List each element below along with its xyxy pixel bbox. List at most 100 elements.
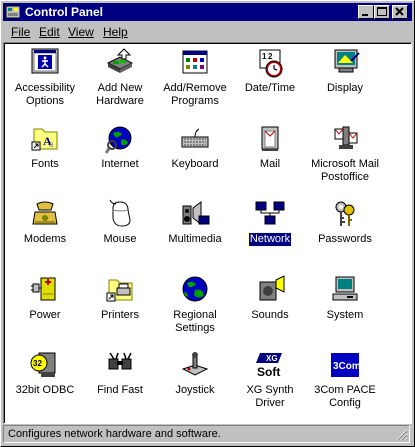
- item-32bit-odbc[interactable]: 32 32bit ODBC: [6, 349, 84, 397]
- add-hardware-icon: [106, 48, 134, 73]
- item-regional-settings[interactable]: Regional Settings: [156, 274, 234, 335]
- multimedia-icon: [182, 201, 210, 225]
- status-bar: Configures network hardware and software…: [3, 425, 410, 443]
- joystick-icon: [181, 352, 209, 376]
- item-label: Accessibility Options: [15, 82, 75, 107]
- control-panel-window: Control Panel File Edit View Help Access…: [0, 0, 415, 447]
- item-ms-mail-postoffice[interactable]: Microsoft Mail Postoffice: [306, 123, 384, 184]
- item-label: XG Synth Driver: [246, 384, 294, 409]
- modems-icon: [32, 201, 58, 225]
- add-remove-programs-icon: [182, 50, 208, 74]
- system-icon: [332, 276, 358, 301]
- item-printers[interactable]: Printers: [81, 274, 159, 322]
- item-label: Passwords: [318, 233, 372, 245]
- item-label: Regional Settings: [173, 309, 217, 334]
- close-icon: [395, 7, 404, 16]
- item-label: Mail: [259, 158, 281, 170]
- item-system[interactable]: System: [306, 274, 384, 322]
- item-sounds[interactable]: Sounds: [231, 274, 309, 322]
- menu-view[interactable]: View: [68, 25, 94, 39]
- control-panel-icon: [6, 5, 20, 19]
- minimize-button[interactable]: [358, 5, 374, 19]
- item-label: Network: [247, 232, 293, 247]
- resize-grip-icon[interactable]: [396, 429, 408, 441]
- item-label: Add/Remove Programs: [163, 82, 227, 107]
- item-label: Display: [326, 82, 364, 94]
- item-joystick[interactable]: Joystick: [156, 349, 234, 397]
- item-label: System: [326, 309, 364, 321]
- item-modems[interactable]: Modems: [6, 198, 84, 246]
- item-mail[interactable]: Mail: [231, 123, 309, 171]
- svg-text:a: a: [49, 139, 54, 150]
- item-mouse[interactable]: Mouse: [81, 198, 159, 246]
- maximize-icon: [377, 7, 387, 16]
- item-label: Joystick: [175, 384, 215, 396]
- item-add-remove-programs[interactable]: Add/Remove Programs: [156, 47, 234, 108]
- menu-edit[interactable]: Edit: [39, 25, 60, 39]
- sounds-icon: [259, 275, 285, 301]
- item-label: 3Com PACE Config: [314, 384, 376, 409]
- item-find-fast[interactable]: Find Fast: [81, 349, 159, 397]
- item-label: Microsoft Mail Postoffice: [311, 158, 379, 183]
- mouse-icon: [109, 199, 131, 227]
- item-passwords[interactable]: Passwords: [306, 198, 384, 246]
- svg-text:1: 1: [262, 52, 267, 61]
- item-label: Keyboard: [171, 158, 219, 170]
- status-text: Configures network hardware and software…: [8, 428, 221, 440]
- item-label: Modems: [23, 233, 67, 245]
- maximize-button[interactable]: [374, 5, 390, 19]
- window-title: Control Panel: [25, 5, 104, 19]
- xg-synth-icon: XG Soft: [256, 353, 282, 379]
- power-icon: [31, 277, 56, 301]
- svg-text:XG: XG: [266, 354, 278, 363]
- item-display[interactable]: Display: [306, 47, 384, 95]
- ms-mail-postoffice-icon: [334, 126, 358, 149]
- item-3com-pace-config[interactable]: 3Com 3Com PACE Config: [306, 349, 384, 410]
- item-network[interactable]: Network: [231, 198, 309, 247]
- icon-view: Accessibility Options Add New Hardware A…: [3, 42, 412, 424]
- svg-text:3Com: 3Com: [333, 361, 361, 372]
- printers-icon: [106, 279, 133, 302]
- fonts-icon: A a: [31, 128, 58, 151]
- passwords-icon: [335, 201, 355, 226]
- menu-bar: File Edit View Help: [3, 23, 412, 41]
- item-internet[interactable]: Internet: [81, 123, 159, 171]
- svg-text:2: 2: [268, 52, 273, 61]
- item-date-time[interactable]: 1 2 Date/Time: [231, 47, 309, 95]
- title-bar[interactable]: Control Panel: [3, 3, 412, 21]
- svg-text:Soft: Soft: [257, 365, 280, 379]
- item-label: Internet: [101, 158, 139, 170]
- item-add-new-hardware[interactable]: Add New Hardware: [81, 47, 159, 108]
- network-icon: [255, 201, 285, 225]
- item-fonts[interactable]: A a Fonts: [6, 123, 84, 171]
- item-label: Mouse: [103, 233, 137, 245]
- display-icon: [334, 49, 360, 73]
- keyboard-icon: [181, 128, 209, 148]
- svg-text:32: 32: [33, 359, 42, 368]
- item-accessibility-options[interactable]: Accessibility Options: [6, 47, 84, 108]
- internet-icon: [104, 126, 132, 154]
- item-power[interactable]: Power: [6, 274, 84, 322]
- accessibility-icon: [31, 48, 59, 74]
- item-label: Multimedia: [168, 233, 222, 245]
- item-label: Sounds: [251, 309, 289, 321]
- mail-icon: [261, 126, 279, 151]
- 3com-pace-icon: 3Com: [331, 353, 361, 377]
- item-label: Add New Hardware: [96, 82, 144, 107]
- item-label: Power: [29, 309, 61, 321]
- date-time-icon: 1 2: [259, 49, 283, 78]
- item-label: Printers: [101, 309, 139, 321]
- minimize-icon: [362, 14, 368, 16]
- find-fast-icon: [108, 352, 132, 370]
- item-label: Find Fast: [97, 384, 143, 396]
- regional-settings-icon: [182, 276, 208, 302]
- item-keyboard[interactable]: Keyboard: [156, 123, 234, 171]
- item-label: Date/Time: [244, 82, 296, 94]
- item-multimedia[interactable]: Multimedia: [156, 198, 234, 246]
- item-label: Fonts: [31, 158, 59, 170]
- item-xg-synth-driver[interactable]: XG Soft XG Synth Driver: [231, 349, 309, 410]
- close-button[interactable]: [392, 5, 408, 19]
- menu-file[interactable]: File: [11, 25, 30, 39]
- item-label: 32bit ODBC: [15, 384, 75, 396]
- menu-help[interactable]: Help: [103, 25, 128, 39]
